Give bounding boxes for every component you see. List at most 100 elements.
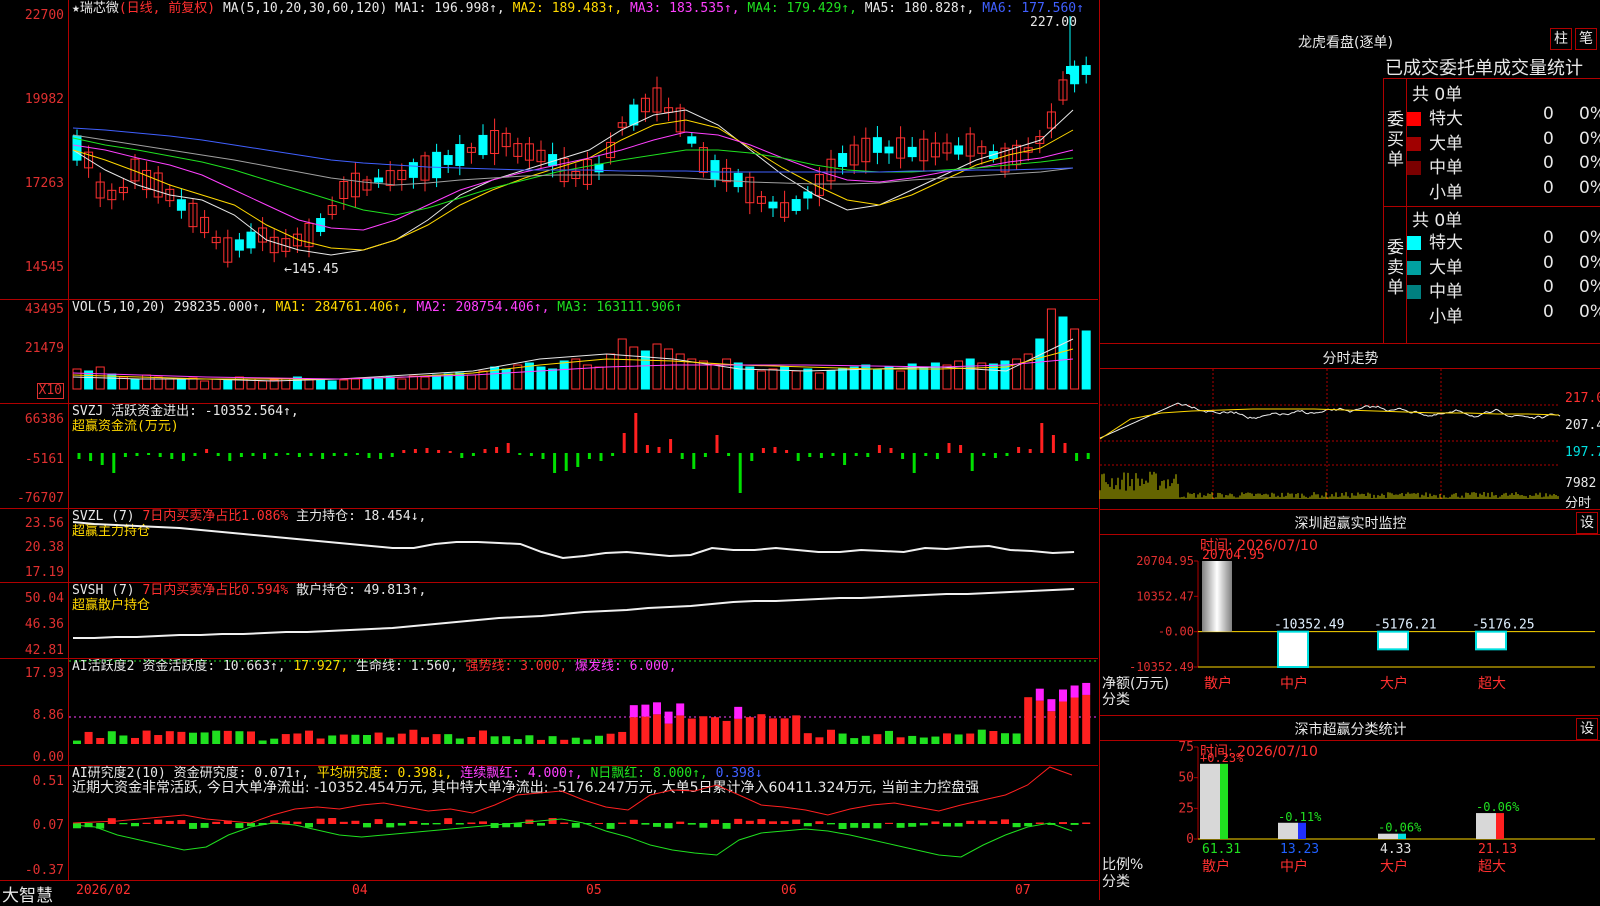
research-bar xyxy=(119,823,128,825)
y-tick: 22700 xyxy=(24,8,64,23)
classify-category-label: 大户 xyxy=(1380,858,1408,875)
activity-bar xyxy=(84,731,93,744)
candle-body xyxy=(629,104,639,126)
research-bar xyxy=(571,823,580,828)
monitor-value-label: -10352.49 xyxy=(1274,618,1344,633)
research-bar xyxy=(629,819,638,824)
research-bar xyxy=(803,823,812,827)
activity-bar xyxy=(212,730,221,744)
activity-bar xyxy=(885,730,893,744)
intraday-panel[interactable]: 分时走势 217.0 207.4 197.7 7982 分时 xyxy=(1099,343,1600,511)
volume-bar xyxy=(408,375,418,390)
volume-bar xyxy=(919,366,929,390)
longhu-title: 龙虎看盘(逐单) xyxy=(1298,35,1393,51)
activity-bar xyxy=(525,735,534,744)
order-row: 大单 0 0% xyxy=(1407,253,1600,278)
intraday-chart[interactable] xyxy=(1099,369,1561,509)
activity-bar xyxy=(653,714,661,744)
volume-bar xyxy=(571,358,581,390)
svzj-chart[interactable] xyxy=(69,403,1099,508)
order-count: 0 xyxy=(1543,153,1554,173)
color-swatch-icon xyxy=(1407,185,1421,200)
classify-change-label: -0.06% xyxy=(1378,821,1422,835)
research-bar xyxy=(931,821,940,824)
vol-y-axis: 43495 21479 X10 xyxy=(0,299,69,403)
color-swatch-icon xyxy=(1407,309,1421,324)
research-bar xyxy=(1035,822,1044,824)
ai-research-pane[interactable]: 0.51 0.07 -0.37 AI研究度2(10) 资金研究度: 0.071↑… xyxy=(0,765,1098,880)
x-tick: 07 xyxy=(1015,883,1031,898)
bar-mode-button[interactable]: 柱 xyxy=(1550,28,1572,50)
main-holding-line xyxy=(72,521,1075,560)
research-bar xyxy=(537,823,545,826)
activity-bar xyxy=(200,732,209,744)
y-tick: 21479 xyxy=(24,341,64,356)
activity-bar xyxy=(838,733,847,744)
activity-bar xyxy=(363,735,371,744)
activity-bar xyxy=(827,729,835,744)
research-bar xyxy=(606,823,615,829)
classify-change-label: -0.06% xyxy=(1476,800,1520,814)
order-percent: 0% xyxy=(1579,104,1600,124)
classify-y-tick: 0 xyxy=(1186,832,1194,847)
volume-chart[interactable] xyxy=(69,299,1099,403)
ai-research-chart[interactable] xyxy=(69,765,1099,880)
volume-bar xyxy=(884,366,894,390)
order-size-label: 特大 xyxy=(1429,233,1463,253)
research-bar xyxy=(479,821,487,824)
research-bar xyxy=(815,821,824,824)
retail-holding-line xyxy=(73,588,1075,639)
research-bar xyxy=(861,823,870,829)
activity-bar xyxy=(73,740,81,744)
classify-value-label: 61.31 xyxy=(1202,842,1241,857)
research-bar xyxy=(1001,819,1009,824)
activity-bar xyxy=(1082,694,1091,744)
svsh-pane[interactable]: 50.04 46.36 42.81 SVSH (7) 7日内买卖净占比0.594… xyxy=(0,582,1098,659)
svzj-pane[interactable]: 66386 -5161 -76707 SVZJ 活跃资金进出: -10352.5… xyxy=(0,403,1098,509)
volume-bar xyxy=(548,368,558,390)
research-bar xyxy=(977,820,986,824)
activity-bar xyxy=(1024,697,1033,744)
candle-body xyxy=(443,155,453,165)
volume-bar xyxy=(617,338,627,390)
classify-bar-accent xyxy=(1298,822,1306,839)
candle-body xyxy=(872,137,882,153)
research-bar xyxy=(1024,823,1033,827)
classify-category-label: 散户 xyxy=(1202,858,1230,875)
volume-bar xyxy=(188,377,198,390)
monitor-value-label: -5176.21 xyxy=(1374,618,1437,633)
x-tick: 04 xyxy=(352,883,368,898)
classify-bar-accent xyxy=(1496,813,1504,839)
monitor-bar xyxy=(1202,561,1232,632)
intraday-vol-tick: 7982 xyxy=(1565,476,1597,491)
activity-bar xyxy=(513,739,522,744)
classify-chart: 75 50 25 0 +0.23% 61.31散户 -0.11% 13.23中户 -0.06% 4… xyxy=(1178,740,1595,875)
activity-bar xyxy=(189,732,197,744)
volume-pane[interactable]: 43495 21479 X10 VOL(5,10,20) 298235.000↑… xyxy=(0,299,1098,404)
kline-chart[interactable] xyxy=(69,0,1099,299)
activity-bar xyxy=(374,732,383,744)
longhu-subtitle: 已成交委托单成交量统计 xyxy=(1385,58,1583,79)
candle-body xyxy=(246,231,256,249)
classify-category-label: 中户 xyxy=(1280,858,1308,875)
monitor-value-label: -5176.25 xyxy=(1472,618,1535,633)
research-bar xyxy=(363,823,371,828)
volume-bar xyxy=(977,362,987,390)
order-count: 0 xyxy=(1543,301,1554,322)
order-row: 中单 0 0% xyxy=(1407,153,1600,178)
research-bar xyxy=(838,823,847,829)
kline-pane[interactable]: 22700 19982 17263 14545 ★瑞芯微(日线, 前复权) MA… xyxy=(0,0,1098,300)
activity-bar xyxy=(757,714,766,744)
research-bar xyxy=(235,823,244,829)
svsh-chart[interactable] xyxy=(69,582,1099,658)
ai-activity-chart[interactable] xyxy=(69,658,1099,765)
svzl-pane[interactable]: 23.56 20.38 17.19 SVZL (7) 7日内买卖净占比1.086… xyxy=(0,508,1098,583)
activity-bar xyxy=(177,731,186,744)
research-bar xyxy=(687,823,696,825)
activity-bar xyxy=(815,737,824,744)
y-tick: -76707 xyxy=(17,491,64,506)
tick-mode-button[interactable]: 笔 xyxy=(1575,28,1597,50)
svzl-chart[interactable] xyxy=(69,508,1099,582)
ai-activity-pane[interactable]: 17.93 8.86 0.00 AI活跃度2 资金活跃度: 10.663↑, 1… xyxy=(0,658,1099,766)
monitor-category-label: 散户 xyxy=(1204,675,1232,692)
